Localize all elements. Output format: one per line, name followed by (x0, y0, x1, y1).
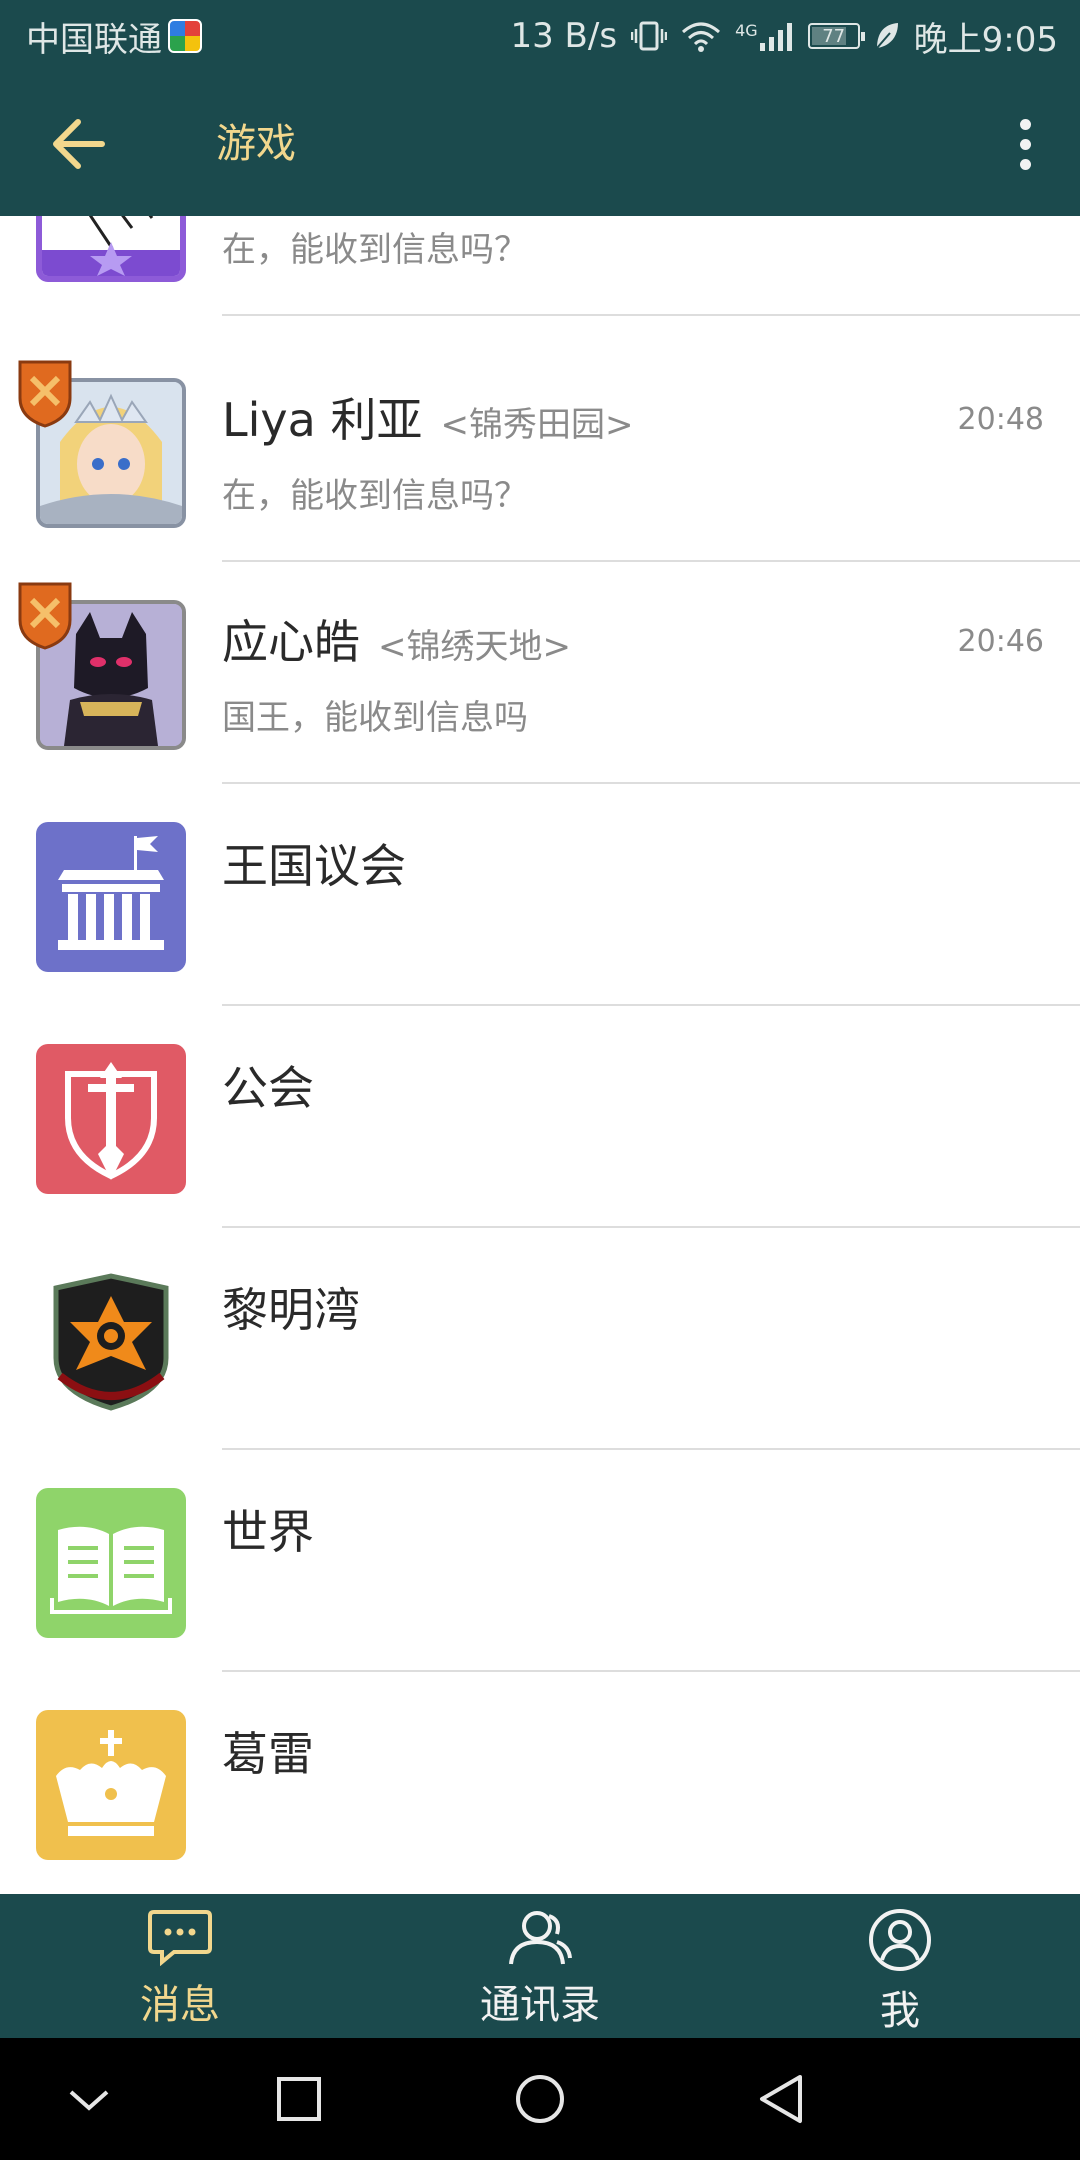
row-divider (222, 314, 1080, 316)
bottom-nav: 消息 通讯录 我 (0, 1894, 1080, 2038)
contact-name: 应心皓 <锦绣天地> (222, 606, 571, 672)
profile-icon (869, 1909, 931, 1971)
contact-name-text: 应心皓 (222, 615, 360, 669)
open-book-icon (36, 1488, 186, 1638)
clock: 晚上9:05 (913, 19, 1058, 60)
system-nav-bar (0, 2038, 1080, 2160)
channel-name: 公会 (222, 1061, 314, 1115)
channel-row[interactable]: 世界 (0, 1450, 1080, 1672)
more-dot-icon (1019, 138, 1031, 150)
more-dot-icon (1019, 118, 1031, 130)
channel-name: 世界 (222, 1505, 314, 1559)
contact-kingdom-tag: <锦秀田园> (440, 405, 634, 445)
network-type: 4G (735, 21, 758, 40)
triangle-back-icon (760, 2075, 802, 2123)
message-time: 20:48 (957, 402, 1044, 437)
wifi-icon (682, 22, 721, 52)
channel-name: 王国议会 (222, 839, 406, 893)
message-icon (148, 1910, 212, 1966)
purple-hero-avatar (36, 216, 186, 282)
more-dot-icon (1019, 158, 1031, 170)
channel-name: 葛雷 (222, 1727, 314, 1781)
parliament-icon (36, 822, 186, 972)
recents-button[interactable] (264, 2068, 334, 2130)
chevron-down-icon (69, 2090, 109, 2111)
battery-icon: 77 (807, 23, 865, 49)
contact-kingdom-tag: <锦绣天地> (378, 627, 571, 667)
conversation-row[interactable]: Liya 利亚 <锦秀田园> 20:48 在，能收到信息吗？ (0, 340, 1080, 562)
channel-row[interactable]: 公会 (0, 1006, 1080, 1228)
tab-contacts-label: 通讯录 (480, 1982, 600, 2028)
carrier-app-icon (168, 19, 202, 53)
back-arrow-icon (53, 119, 105, 169)
crown-icon (36, 1710, 186, 1860)
back-button[interactable] (50, 116, 120, 172)
channel-row[interactable]: 葛雷 (0, 1672, 1080, 1894)
status-bar: 中国联通 13 B/s 4G 77 晚上9:05 (0, 0, 1080, 72)
conversation-row[interactable]: 应心皓 <锦绣天地> 20:46 国王，能收到信息吗 (0, 562, 1080, 784)
tab-me-label: 我 (880, 1988, 920, 2034)
app-bar: 游戏 (0, 72, 1080, 216)
page-title: 游戏 (216, 121, 296, 167)
contacts-icon (509, 1911, 572, 1965)
tab-messages[interactable]: 消息 (50, 1894, 310, 2038)
battery-level: 77 (822, 25, 846, 47)
network-speed: 13 B/s (510, 16, 618, 56)
conversation-list: 在，能收到信息吗？ Liya 利亚 <锦秀田园> 20:48 在，能收到信息吗？ (0, 216, 1080, 1894)
message-preview: 在，能收到信息吗？ (222, 230, 528, 270)
vibrate-icon (631, 21, 668, 51)
guild-badge-icon (18, 582, 72, 650)
carrier-label: 中国联通 (26, 19, 162, 60)
contact-name: Liya 利亚 <锦秀田园> (222, 384, 633, 450)
message-preview: 在，能收到信息吗？ (222, 476, 528, 516)
collapse-button[interactable] (54, 2068, 124, 2130)
tab-contacts[interactable]: 通讯录 (410, 1894, 670, 2038)
more-options-button[interactable] (1000, 112, 1050, 176)
leaf-icon (875, 23, 898, 49)
system-back-button[interactable] (746, 2068, 816, 2130)
message-preview: 国王，能收到信息吗 (222, 698, 528, 738)
channel-row[interactable]: 王国议会 (0, 784, 1080, 1006)
channel-name: 黎明湾 (222, 1283, 360, 1337)
guild-sword-icon (36, 1044, 186, 1194)
square-icon (277, 2077, 321, 2121)
channel-row[interactable]: 黎明湾 (0, 1228, 1080, 1450)
dawn-bay-emblem-icon (36, 1266, 186, 1416)
circle-icon (516, 2075, 564, 2123)
contact-name-text: Liya 利亚 (222, 393, 423, 447)
tab-me[interactable]: 我 (770, 1894, 1030, 2038)
tab-messages-label: 消息 (140, 1982, 220, 2028)
home-button[interactable] (505, 2068, 575, 2130)
message-time: 20:46 (957, 624, 1044, 659)
guild-badge-icon (18, 360, 72, 428)
conversation-row[interactable]: 在，能收到信息吗？ (0, 216, 1080, 316)
signal-icon (759, 23, 792, 51)
